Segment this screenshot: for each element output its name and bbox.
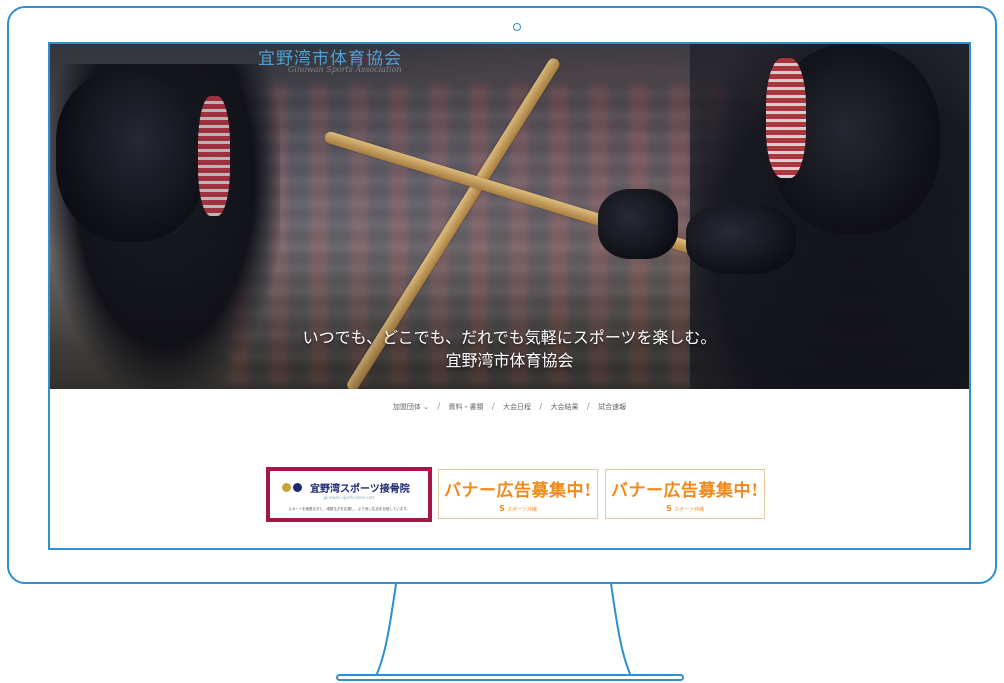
sports-okinawa-logo: S スポーツ沖縄 — [439, 504, 597, 513]
nav-item-schedule[interactable]: 大会日程 — [503, 403, 531, 411]
clinic-logo-dot-gold — [282, 483, 291, 492]
site-subtitle: Ginowan Sports Association — [288, 65, 402, 74]
banner-ad-recruiting-2[interactable]: バナー広告募集中! S スポーツ沖縄 — [605, 469, 765, 519]
nav-separator: / — [437, 402, 441, 412]
banner-ad-title: バナー広告募集中! — [611, 481, 759, 501]
sports-okinawa-logo-text: スポーツ沖縄 — [506, 507, 537, 513]
banner-sports-clinic[interactable]: 宜野湾スポーツ接骨院 ginowan sports bone sett スポーツ… — [266, 467, 432, 522]
hero-image: 宜野湾市体育協会 Ginowan Sports Association いつでも… — [50, 44, 969, 389]
clinic-banner-title: 宜野湾スポーツ接骨院 — [310, 484, 410, 495]
nav-item-member-groups[interactable]: 加盟団体 ⌄ — [393, 403, 429, 411]
banner-row: 宜野湾スポーツ接骨院 ginowan sports bone sett スポーツ… — [50, 467, 969, 522]
nav-item-results[interactable]: 大会結果 — [551, 403, 579, 411]
nav-item-live-scores[interactable]: 試合速報 — [598, 403, 626, 411]
nav-separator: / — [539, 402, 543, 412]
hero-tagline-org: 宜野湾市体育協会 — [445, 351, 574, 370]
sports-okinawa-logo: S スポーツ沖縄 — [606, 504, 764, 513]
nav-item-documents[interactable]: 資料・書類 — [449, 403, 484, 411]
monitor-stand-base — [336, 674, 684, 681]
hero-tagline: いつでも、どこでも、だれでも気軽にスポーツを楽しむ。 — [302, 328, 717, 347]
sports-okinawa-logo-icon: S — [499, 504, 505, 513]
webcam-dot — [513, 23, 521, 31]
website-screen: 宜野湾市体育協会 Ginowan Sports Association いつでも… — [48, 42, 971, 550]
clinic-logo-dot-navy — [293, 483, 302, 492]
nav-separator: / — [586, 402, 590, 412]
main-nav: 加盟団体 ⌄ / 資料・書類 / 大会日程 / 大会結果 / 試合速報 — [50, 402, 969, 412]
monitor-stand-neck — [376, 584, 631, 677]
banner-ad-recruiting-1[interactable]: バナー広告募集中! S スポーツ沖縄 — [438, 469, 598, 519]
sports-okinawa-logo-text: スポーツ沖縄 — [673, 507, 704, 513]
banner-ad-title: バナー広告募集中! — [444, 481, 592, 501]
clinic-banner-subtitle: ginowan sports bone sett — [323, 495, 375, 500]
clinic-banner-note: スポーツを頑張る方と、頑張る方を応援し、より良い生活を目指しています。 — [288, 507, 410, 511]
nav-separator: / — [491, 402, 495, 412]
clinic-logo-row: 宜野湾スポーツ接骨院 — [282, 480, 410, 495]
sports-okinawa-logo-icon: S — [666, 504, 672, 513]
